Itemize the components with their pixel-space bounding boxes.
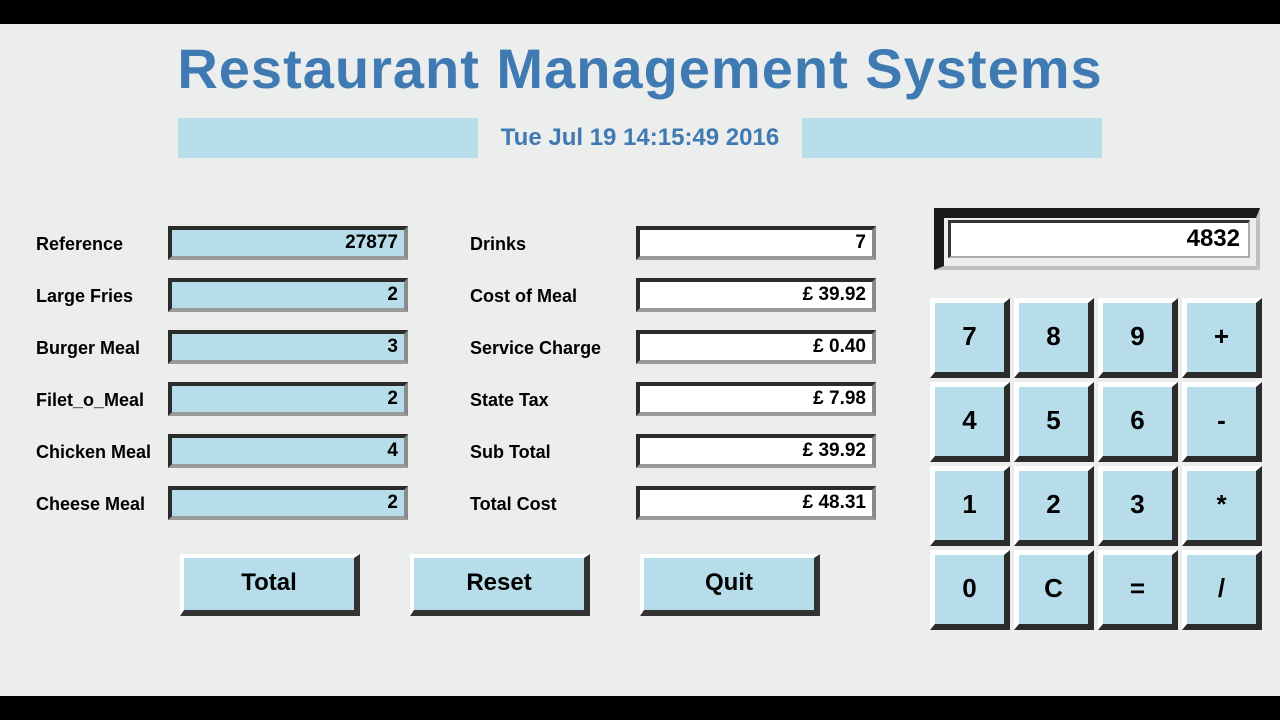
field-cost-of-meal[interactable]: £ 39.92 — [636, 278, 876, 312]
label-state-tax: State Tax — [470, 390, 549, 411]
label-reference: Reference — [36, 234, 123, 255]
calc-key-8[interactable]: 8 — [1014, 298, 1094, 378]
label-cost-of-meal: Cost of Meal — [470, 286, 577, 307]
field-total-cost[interactable]: £ 48.31 — [636, 486, 876, 520]
field-chicken-meal[interactable]: 4 — [168, 434, 408, 468]
calc-key-6[interactable]: 6 — [1098, 382, 1178, 462]
field-filet-o-meal[interactable]: 2 — [168, 382, 408, 416]
calc-key-minus[interactable]: - — [1182, 382, 1262, 462]
reset-button[interactable]: Reset — [410, 554, 590, 616]
app-window: Restaurant Management Systems Tue Jul 19… — [0, 24, 1280, 696]
label-sub-total: Sub Total — [470, 442, 551, 463]
calculator-display[interactable]: 4832 — [948, 220, 1250, 258]
label-burger-meal: Burger Meal — [36, 338, 140, 359]
field-burger-meal[interactable]: 3 — [168, 330, 408, 364]
calc-key-3[interactable]: 3 — [1098, 466, 1178, 546]
page-title: Restaurant Management Systems — [0, 24, 1280, 101]
calc-key-9[interactable]: 9 — [1098, 298, 1178, 378]
date-bar: Tue Jul 19 14:15:49 2016 — [0, 118, 1280, 158]
calc-key-4[interactable]: 4 — [930, 382, 1010, 462]
label-total-cost: Total Cost — [470, 494, 557, 515]
calc-key-times[interactable]: * — [1182, 466, 1262, 546]
calculator-keypad: 7 8 9 + 4 5 6 - 1 2 3 * 0 C = / — [930, 298, 1262, 630]
calc-key-divide[interactable]: / — [1182, 550, 1262, 630]
date-text: Tue Jul 19 14:15:49 2016 — [483, 124, 797, 152]
field-reference[interactable]: 27877 — [168, 226, 408, 260]
total-button[interactable]: Total — [180, 554, 360, 616]
label-cheese-meal: Cheese Meal — [36, 494, 145, 515]
quit-button[interactable]: Quit — [640, 554, 820, 616]
calc-key-equals[interactable]: = — [1098, 550, 1178, 630]
label-filet-o-meal: Filet_o_Meal — [36, 390, 144, 411]
calc-key-2[interactable]: 2 — [1014, 466, 1094, 546]
date-strip-right — [802, 118, 1102, 158]
calc-key-7[interactable]: 7 — [930, 298, 1010, 378]
label-drinks: Drinks — [470, 234, 526, 255]
calc-key-5[interactable]: 5 — [1014, 382, 1094, 462]
field-service-charge[interactable]: £ 0.40 — [636, 330, 876, 364]
field-cheese-meal[interactable]: 2 — [168, 486, 408, 520]
calc-key-0[interactable]: 0 — [930, 550, 1010, 630]
label-service-charge: Service Charge — [470, 338, 601, 359]
calc-key-plus[interactable]: + — [1182, 298, 1262, 378]
label-chicken-meal: Chicken Meal — [36, 442, 151, 463]
field-large-fries[interactable]: 2 — [168, 278, 408, 312]
field-sub-total[interactable]: £ 39.92 — [636, 434, 876, 468]
calc-key-1[interactable]: 1 — [930, 466, 1010, 546]
calculator-display-frame: 4832 — [934, 208, 1260, 270]
label-large-fries: Large Fries — [36, 286, 133, 307]
field-drinks[interactable]: 7 — [636, 226, 876, 260]
date-strip-left — [178, 118, 478, 158]
calc-key-clear[interactable]: C — [1014, 550, 1094, 630]
field-state-tax[interactable]: £ 7.98 — [636, 382, 876, 416]
